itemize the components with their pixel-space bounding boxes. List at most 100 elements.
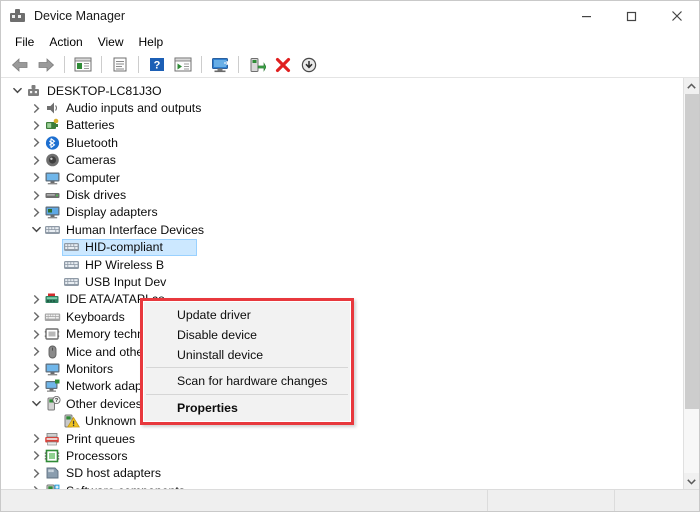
ctx-separator-1 [146,367,348,369]
tree-item[interactable]: Disk drives [1,186,683,203]
menu-file[interactable]: File [9,33,43,51]
chevron-down-icon[interactable] [28,395,44,412]
sd-host-adapter-icon [44,465,61,481]
uninstall-device-icon[interactable] [270,54,296,76]
tree-item-label: Audio inputs and outputs [66,101,202,116]
back-icon[interactable] [7,54,33,76]
chevron-right-icon[interactable] [28,430,44,447]
ctx-uninstall-device[interactable]: Uninstall device [144,345,350,365]
show-hide-action-pane-icon[interactable] [170,54,196,76]
tree-indent-spacer [47,413,63,430]
chevron-right-icon[interactable] [28,360,44,377]
chevron-right-icon[interactable] [28,169,44,186]
tree-item-label: DESKTOP-LC81J3O [47,83,162,98]
chevron-right-icon[interactable] [28,343,44,360]
chevron-right-icon[interactable] [28,117,44,134]
close-button[interactable] [654,1,699,31]
tree-indent-spacer [47,273,63,290]
chevron-right-icon[interactable] [28,100,44,117]
tree-indent-spacer [47,239,63,256]
status-bar [1,489,699,511]
tree-item[interactable]: Bluetooth [1,134,683,151]
tree-item[interactable]: HID-compliant [1,238,683,256]
mouse-icon [44,344,61,360]
tree-item-label: Display adapters [66,205,158,220]
chevron-down-icon[interactable] [9,82,25,99]
menu-action[interactable]: Action [43,33,91,51]
tree-item-label: Processors [66,448,128,463]
tree-item[interactable]: Audio inputs and outputs [1,99,683,116]
hid-icon [44,222,61,238]
help-icon[interactable]: ? [144,54,170,76]
chevron-right-icon[interactable] [28,465,44,482]
chevron-right-icon[interactable] [28,291,44,308]
device-tree-pane: DESKTOP-LC81J3O Audio inputs and outputs B… [1,78,699,489]
menu-help[interactable]: Help [133,33,173,51]
chevron-right-icon[interactable] [28,326,44,343]
network-adapter-icon [44,378,61,394]
tree-item[interactable]: DESKTOP-LC81J3O [1,82,683,99]
window-title: Device Manager [34,9,126,23]
tree-item[interactable]: Computer [1,169,683,186]
scan-for-hardware-changes-icon[interactable] [207,54,233,76]
tree-item[interactable]: Display adapters [1,204,683,221]
tree-item-label: Print queues [66,431,136,446]
tree-item[interactable]: Human Interface Devices [1,221,683,238]
scrollbar-thumb[interactable] [684,94,699,409]
chevron-right-icon[interactable] [28,187,44,204]
ctx-disable-device[interactable]: Disable device [144,325,350,345]
properties-icon[interactable] [107,54,133,76]
tree-item[interactable]: Batteries [1,117,683,134]
ctx-update-driver[interactable]: Update driver [144,305,350,325]
show-hide-console-tree-icon[interactable] [70,54,96,76]
tree-item[interactable]: Cameras [1,152,683,169]
chevron-right-icon[interactable] [28,482,44,489]
other-device-icon: ? [44,395,61,412]
toolbar-separator-4 [201,56,202,73]
tree-item[interactable]: Print queues [1,430,683,447]
chevron-right-icon[interactable] [28,447,44,464]
tree-item-label: Batteries [66,118,115,133]
ide-controller-icon [44,291,61,307]
menu-bar: File Action View Help [1,31,699,52]
hid-icon [63,239,80,255]
tree-item-label: Disk drives [66,188,127,203]
scroll-up-arrow[interactable] [684,78,700,94]
minimize-button[interactable] [564,1,609,31]
tree-item[interactable]: HP Wireless B [1,256,683,273]
ctx-scan-for-hardware-changes[interactable]: Scan for hardware changes [144,371,350,391]
device-chip-icon [9,8,26,25]
tree-item-label: Keyboards [66,309,125,324]
update-driver-icon[interactable] [244,54,270,76]
tree-item[interactable]: SD host adapters [1,465,683,482]
chevron-right-icon[interactable] [28,308,44,325]
chevron-right-icon[interactable] [28,204,44,221]
tree-item-label: Other devices [66,396,142,411]
chevron-right-icon[interactable] [28,152,44,169]
display-adapter-icon [44,204,61,220]
tree-item[interactable]: Processors [1,447,683,464]
hid-icon [63,274,80,290]
scroll-down-arrow[interactable] [684,473,700,489]
tree-item[interactable]: USB Input Dev [1,273,683,290]
tree-item-label: Cameras [66,153,116,168]
chevron-right-icon[interactable] [28,134,44,151]
ctx-properties[interactable]: Properties [144,398,350,418]
device-tree[interactable]: DESKTOP-LC81J3O Audio inputs and outputs B… [1,78,683,489]
tree-item-label: Human Interface Devices [66,222,205,237]
disable-device-icon[interactable] [296,54,322,76]
tree-item-label: Monitors [66,361,114,376]
tree-item[interactable]: Software components [1,482,683,489]
toolbar-separator-5 [238,56,239,73]
maximize-button[interactable] [609,1,654,31]
menu-view[interactable]: View [92,33,133,51]
scrollbar-track[interactable] [683,94,699,473]
svg-text:?: ? [55,398,59,404]
tree-item-label: Bluetooth [66,135,118,150]
forward-icon[interactable] [33,54,59,76]
title-bar: Device Manager [1,1,699,31]
vertical-scrollbar[interactable] [683,78,699,489]
chevron-down-icon[interactable] [28,221,44,238]
camera-icon [44,152,61,168]
chevron-right-icon[interactable] [28,378,44,395]
